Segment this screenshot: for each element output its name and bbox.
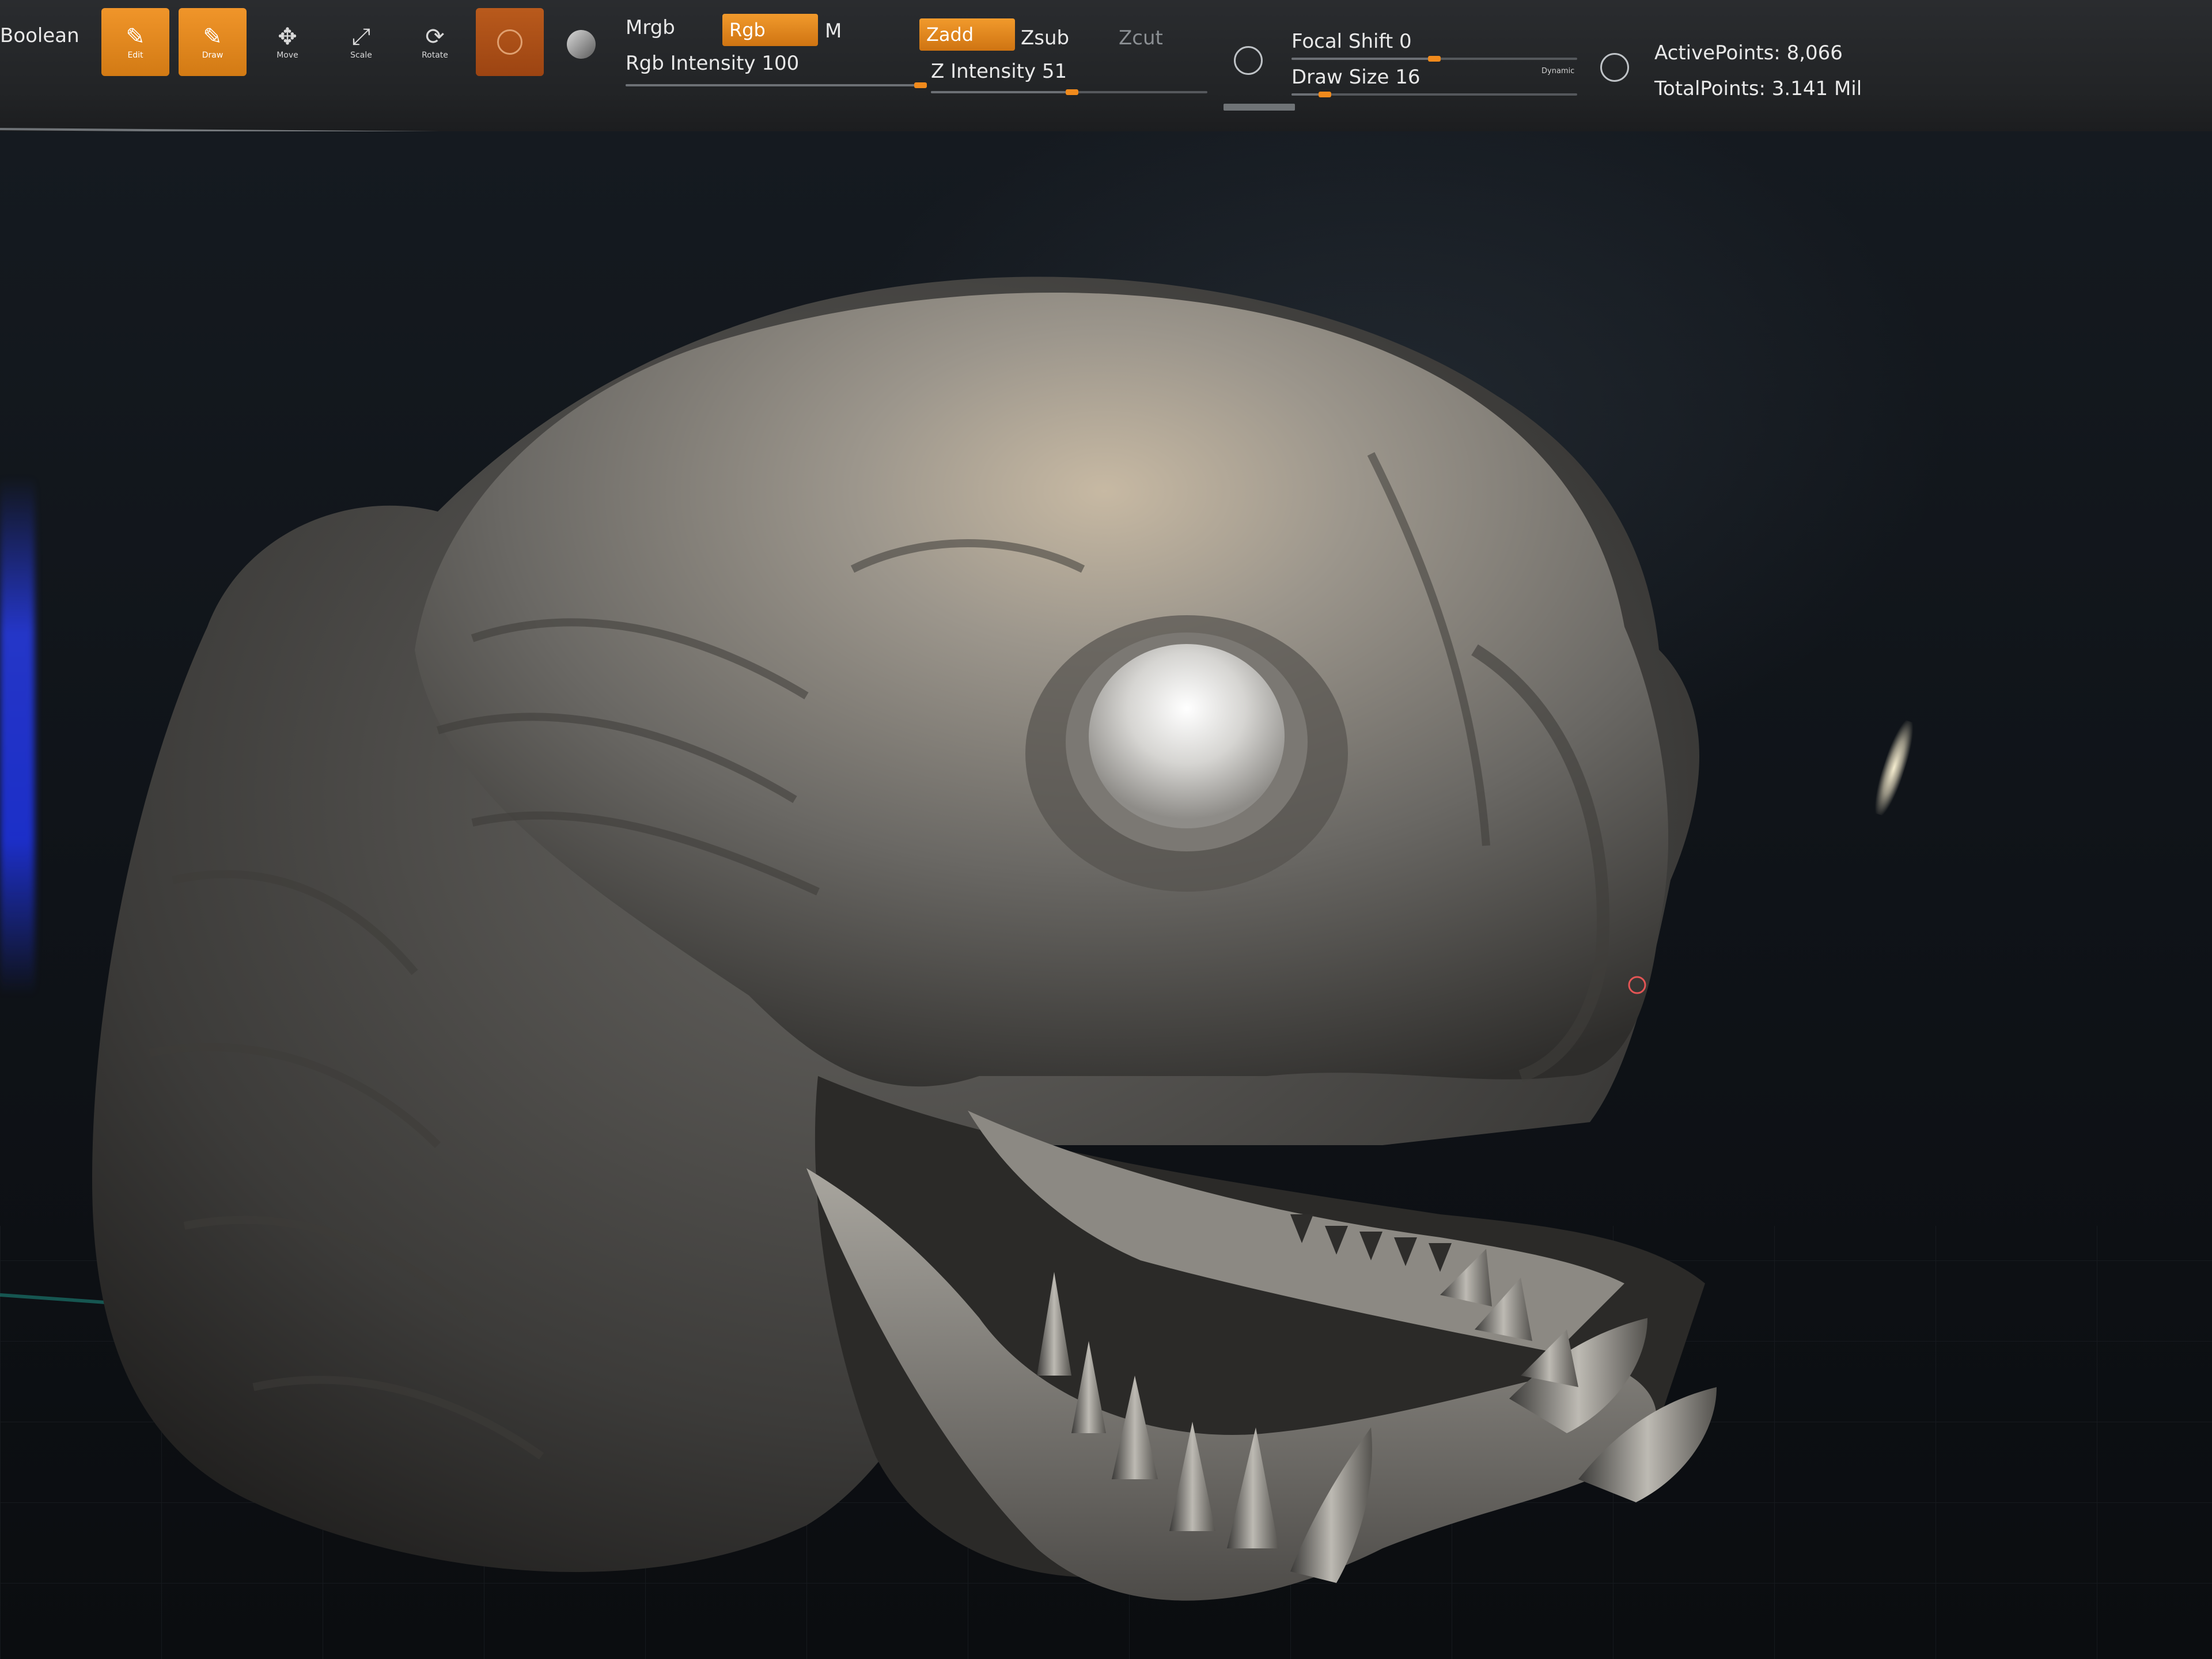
rotate-caption: Rotate: [422, 51, 448, 60]
scale-icon: ⤢: [352, 24, 370, 50]
move-caption: Move: [276, 51, 298, 60]
draw-button[interactable]: ✎ Draw: [179, 8, 247, 76]
canvas-viewport[interactable]: [0, 131, 2212, 1659]
shelf-tab-indicator: [1224, 104, 1295, 111]
rgb-label: Rgb: [729, 19, 766, 41]
draw-size-slider[interactable]: [1291, 92, 1577, 97]
sphere-brush-icon: [497, 29, 522, 55]
dynamic-toggle[interactable]: Dynamic: [1541, 67, 1574, 75]
creature-eye: [1089, 644, 1285, 828]
rotate-icon: ⟳: [425, 24, 445, 50]
draw-icon: ✎: [203, 24, 222, 50]
rgb-button[interactable]: Rgb: [722, 14, 818, 46]
focal-shift-slider[interactable]: [1291, 56, 1577, 62]
boolean-label[interactable]: Boolean: [0, 24, 79, 47]
move-icon: ✥: [278, 24, 297, 50]
active-points-readout: ActivePoints: 8,066: [1654, 41, 1843, 65]
lightbox-icon[interactable]: [1234, 46, 1263, 75]
rgb-intensity-label: Rgb Intensity 100: [626, 52, 800, 75]
top-shelf: Boolean ✎ Edit ✎ Draw ✥ Move ⤢ Scale ⟳ R…: [0, 0, 2212, 131]
draw-size-label: Draw Size 16: [1291, 66, 1421, 89]
scale-button[interactable]: ⤢ Scale: [327, 8, 395, 76]
brush-button[interactable]: [476, 8, 544, 76]
rgb-intensity-fill: [626, 84, 921, 86]
z-intensity-slider[interactable]: [931, 89, 1207, 95]
rgb-intensity-slider[interactable]: [626, 82, 927, 88]
draw-size-handle[interactable]: [1318, 92, 1331, 97]
zadd-button[interactable]: Zadd: [919, 18, 1015, 51]
edit-button[interactable]: ✎ Edit: [101, 8, 169, 76]
edit-caption: Edit: [127, 51, 143, 60]
sculpt-model[interactable]: [0, 131, 2212, 1659]
total-points-readout: TotalPoints: 3.141 Mil: [1654, 77, 1862, 100]
z-intensity-fill: [931, 91, 1072, 93]
zadd-label: Zadd: [926, 24, 974, 46]
draw-caption: Draw: [202, 51, 224, 60]
focal-shift-handle[interactable]: [1428, 56, 1441, 62]
rgb-intensity-handle[interactable]: [914, 82, 927, 88]
rotate-button[interactable]: ⟳ Rotate: [401, 8, 469, 76]
focal-shift-label: Focal Shift 0: [1291, 30, 1412, 53]
m-label[interactable]: M: [825, 20, 842, 43]
zbrush-window: Boolean ✎ Edit ✎ Draw ✥ Move ⤢ Scale ⟳ R…: [0, 0, 2212, 1659]
zsub-label[interactable]: Zsub: [1021, 26, 1069, 50]
mrgb-label[interactable]: Mrgb: [626, 16, 675, 39]
scale-caption: Scale: [350, 51, 372, 60]
zcut-label[interactable]: Zcut: [1119, 26, 1163, 50]
edit-icon: ✎: [126, 24, 145, 50]
z-intensity-label: Z Intensity 51: [931, 60, 1067, 83]
material-sphere-icon[interactable]: [567, 30, 596, 59]
focal-shift-fill: [1291, 58, 1434, 60]
move-button[interactable]: ✥ Move: [253, 8, 321, 76]
dynamic-icon[interactable]: [1600, 53, 1629, 82]
z-intensity-handle[interactable]: [1065, 89, 1078, 95]
